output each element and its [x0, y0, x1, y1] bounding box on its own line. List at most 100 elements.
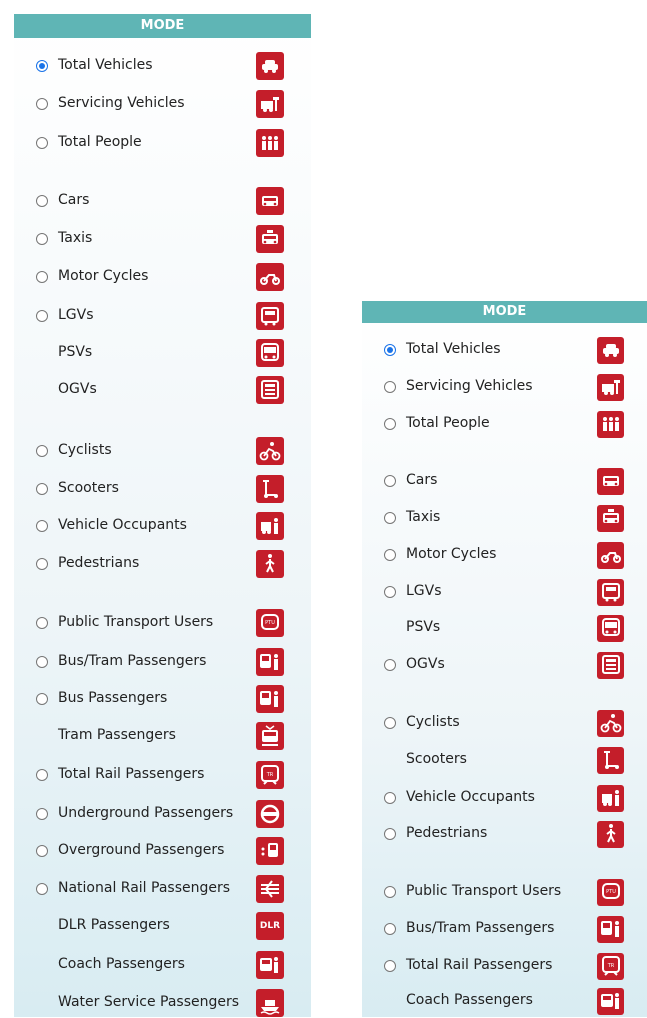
- mode-option-label[interactable]: Taxis: [58, 230, 92, 246]
- mode-option-label[interactable]: Total Rail Passengers: [406, 957, 552, 973]
- mode-option-total-vehicles[interactable]: Total Vehicles: [14, 51, 311, 81]
- mode-option-label[interactable]: Servicing Vehicles: [58, 95, 185, 111]
- mode-option-label[interactable]: Servicing Vehicles: [406, 378, 533, 394]
- mode-option-lgvs[interactable]: LGVs: [14, 301, 311, 331]
- mode-option-total-vehicles[interactable]: Total Vehicles: [362, 335, 647, 365]
- mode-option-servicing-vehicles[interactable]: Servicing Vehicles: [14, 89, 311, 119]
- mode-option-pedestrians[interactable]: Pedestrians: [14, 549, 311, 579]
- mode-option-label[interactable]: Motor Cycles: [58, 268, 148, 284]
- mode-radio[interactable]: [384, 549, 396, 561]
- mode-option-overground-passengers[interactable]: Overground Passengers: [14, 836, 311, 866]
- mode-option-bus-tram-passengers[interactable]: Bus/Tram Passengers: [14, 647, 311, 677]
- mode-option-vehicle-occupants[interactable]: Vehicle Occupants: [362, 783, 647, 813]
- mode-radio[interactable]: [384, 828, 396, 840]
- mode-option-cyclists[interactable]: Cyclists: [362, 708, 647, 738]
- mode-radio[interactable]: [36, 483, 48, 495]
- mode-option-label[interactable]: Total People: [406, 415, 490, 431]
- mode-option-motor-cycles[interactable]: Motor Cycles: [362, 540, 647, 570]
- mode-option-label[interactable]: Taxis: [406, 509, 440, 525]
- mode-radio[interactable]: [36, 310, 48, 322]
- mode-radio[interactable]: [36, 769, 48, 781]
- mode-radio[interactable]: [36, 445, 48, 457]
- mode-radio[interactable]: [384, 475, 396, 487]
- mode-option-label[interactable]: Bus/Tram Passengers: [58, 653, 206, 669]
- mode-radio[interactable]: [36, 271, 48, 283]
- mode-radio[interactable]: [36, 808, 48, 820]
- mode-radio[interactable]: [36, 617, 48, 629]
- mode-option-label[interactable]: Cars: [58, 192, 89, 208]
- mode-radio[interactable]: [384, 960, 396, 972]
- mode-option-label[interactable]: Vehicle Occupants: [406, 789, 535, 805]
- dlr-icon: DLR: [256, 912, 284, 940]
- mode-radio[interactable]: [36, 693, 48, 705]
- mode-option-national-rail-passengers[interactable]: National Rail Passengers: [14, 874, 311, 904]
- mode-radio[interactable]: [384, 381, 396, 393]
- mode-radio[interactable]: [36, 520, 48, 532]
- mode-option-cyclists[interactable]: Cyclists: [14, 436, 311, 466]
- mode-radio[interactable]: [384, 418, 396, 430]
- mode-option-cars[interactable]: Cars: [362, 466, 647, 496]
- mode-option-label[interactable]: Cyclists: [406, 714, 460, 730]
- mode-radio[interactable]: [384, 923, 396, 935]
- mode-option-label[interactable]: Motor Cycles: [406, 546, 496, 562]
- mode-option-underground-passengers[interactable]: Underground Passengers: [14, 799, 311, 829]
- mode-option-scooters[interactable]: Scooters: [14, 474, 311, 504]
- mode-option-public-transport-users[interactable]: Public Transport Users PTU: [362, 877, 647, 907]
- mode-option-label[interactable]: Total Vehicles: [406, 341, 501, 357]
- mode-radio[interactable]: [36, 558, 48, 570]
- mode-option-label[interactable]: Underground Passengers: [58, 805, 233, 821]
- mode-radio[interactable]: [384, 717, 396, 729]
- mode-option-total-people[interactable]: Total People: [14, 128, 311, 158]
- mode-radio[interactable]: [36, 137, 48, 149]
- mode-option-taxis[interactable]: Taxis: [14, 224, 311, 254]
- mode-option-servicing-vehicles[interactable]: Servicing Vehicles: [362, 372, 647, 402]
- mode-option-label[interactable]: Cars: [406, 472, 437, 488]
- mode-option-label[interactable]: Total Rail Passengers: [58, 766, 204, 782]
- mode-option-ogvs[interactable]: OGVs: [362, 650, 647, 680]
- mode-option-label[interactable]: Pedestrians: [58, 555, 139, 571]
- mode-option-motor-cycles[interactable]: Motor Cycles: [14, 262, 311, 292]
- mode-radio[interactable]: [384, 886, 396, 898]
- mode-option-label[interactable]: National Rail Passengers: [58, 880, 230, 896]
- mode-radio[interactable]: [384, 344, 396, 356]
- mode-option-public-transport-users[interactable]: Public Transport Users PTU: [14, 608, 311, 638]
- mode-radio[interactable]: [36, 195, 48, 207]
- mode-option-label[interactable]: Vehicle Occupants: [58, 517, 187, 533]
- mode-radio[interactable]: [36, 883, 48, 895]
- mode-option-label[interactable]: Scooters: [58, 480, 119, 496]
- mode-radio[interactable]: [384, 586, 396, 598]
- coach-passengers-icon: [256, 951, 284, 979]
- mode-option-label[interactable]: Bus/Tram Passengers: [406, 920, 554, 936]
- mode-option-total-rail-passengers[interactable]: Total Rail Passengers TR: [362, 951, 647, 981]
- mode-option-bus-passengers[interactable]: Bus Passengers: [14, 684, 311, 714]
- mode-option-label[interactable]: Overground Passengers: [58, 842, 224, 858]
- mode-option-label[interactable]: Total Vehicles: [58, 57, 153, 73]
- mode-option-bus-tram-passengers[interactable]: Bus/Tram Passengers: [362, 914, 647, 944]
- mode-option-label[interactable]: Public Transport Users: [58, 614, 213, 630]
- mode-radio[interactable]: [36, 656, 48, 668]
- mode-option-cars[interactable]: Cars: [14, 186, 311, 216]
- mode-option-total-rail-passengers[interactable]: Total Rail Passengers TR: [14, 760, 311, 790]
- mode-option-label[interactable]: LGVs: [406, 583, 442, 599]
- mode-option-label[interactable]: LGVs: [58, 307, 94, 323]
- mode-option-label[interactable]: OGVs: [406, 656, 445, 672]
- mode-radio[interactable]: [384, 792, 396, 804]
- mode-option-label[interactable]: Bus Passengers: [58, 690, 167, 706]
- mode-option-taxis[interactable]: Taxis: [362, 503, 647, 533]
- mode-option-label[interactable]: Cyclists: [58, 442, 112, 458]
- mode-radio[interactable]: [36, 233, 48, 245]
- mode-option-lgvs[interactable]: LGVs: [362, 577, 647, 607]
- water-service-icon: [256, 989, 284, 1017]
- mode-radio[interactable]: [36, 845, 48, 857]
- mode-radio[interactable]: [36, 60, 48, 72]
- mode-radio[interactable]: [384, 659, 396, 671]
- mode-option-total-people[interactable]: Total People: [362, 409, 647, 439]
- mode-radio[interactable]: [36, 98, 48, 110]
- svg-text:TR: TR: [266, 772, 274, 778]
- mode-option-label[interactable]: Pedestrians: [406, 825, 487, 841]
- mode-radio[interactable]: [384, 512, 396, 524]
- mode-option-pedestrians[interactable]: Pedestrians: [362, 819, 647, 849]
- mode-option-vehicle-occupants[interactable]: Vehicle Occupants: [14, 511, 311, 541]
- mode-option-label[interactable]: Public Transport Users: [406, 883, 561, 899]
- mode-option-label[interactable]: Total People: [58, 134, 142, 150]
